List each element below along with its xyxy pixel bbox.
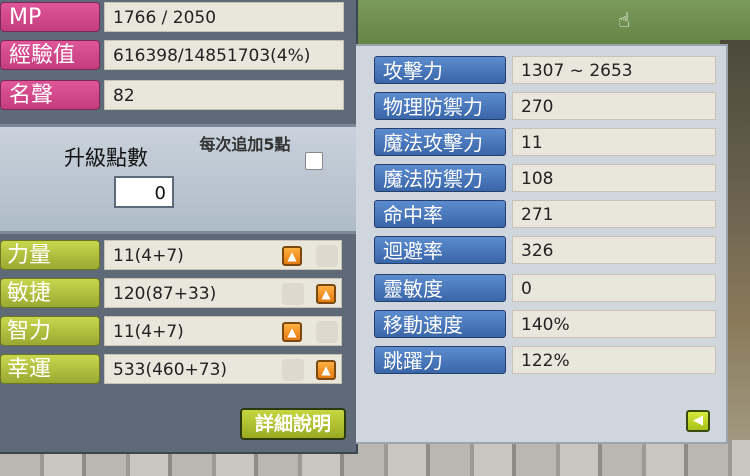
- ability-label: 敏捷: [0, 278, 100, 308]
- stat-value: 1766 / 2050: [104, 2, 344, 32]
- detail-stat-value: 271: [512, 200, 716, 228]
- level-up-points-label: 升級點數: [64, 146, 148, 170]
- arrow-up-icon[interactable]: ▲: [282, 246, 302, 266]
- per-click-label: 每次追加5點: [199, 135, 291, 154]
- detail-stat-value: 326: [512, 236, 716, 264]
- ability-label: 智力: [0, 316, 100, 346]
- ability-value: 533(460+73): [104, 354, 342, 384]
- detail-stat-label: 移動速度: [374, 310, 506, 338]
- stat-value: 82: [104, 80, 344, 110]
- ability-value: 11(4+7): [104, 240, 342, 270]
- hand-cursor-icon: ☝: [618, 8, 631, 32]
- detail-stat-value: 0: [512, 274, 716, 302]
- detail-stat-label: 迴避率: [374, 236, 506, 264]
- detail-stat-label: 靈敏度: [374, 274, 506, 302]
- detail-stat-label: 物理防禦力: [374, 92, 506, 120]
- detail-stat-label: 跳躍力: [374, 346, 506, 374]
- stat-label: 名聲: [0, 80, 100, 110]
- arrow-up-icon[interactable]: ▲: [316, 284, 336, 304]
- detail-stat-label: 魔法攻擊力: [374, 128, 506, 156]
- stat-label: 經驗值: [0, 40, 100, 70]
- detail-stat-value: 11: [512, 128, 716, 156]
- stats-panel: MP 1766 / 2050 經驗值 616398/14851703(4%) 名…: [0, 0, 358, 454]
- disabled-slot: [316, 245, 338, 267]
- detail-stat-value: 122%: [512, 346, 716, 374]
- ability-value: 11(4+7): [104, 316, 342, 346]
- arrow-up-icon[interactable]: ▲: [316, 360, 336, 380]
- detail-stat-label: 命中率: [374, 200, 506, 228]
- detail-stat-value: 140%: [512, 310, 716, 338]
- detail-button[interactable]: 詳細說明: [240, 408, 346, 440]
- arrow-up-icon[interactable]: ▲: [282, 322, 302, 342]
- per-click-checkbox[interactable]: [305, 152, 323, 170]
- detail-stat-label: 魔法防禦力: [374, 164, 506, 192]
- level-up-section: [0, 124, 356, 234]
- ability-label: 幸運: [0, 354, 100, 384]
- disabled-slot: [316, 321, 338, 343]
- arrow-left-icon[interactable]: ◀: [686, 410, 710, 432]
- stat-label: MP: [0, 2, 100, 32]
- ability-label: 力量: [0, 240, 100, 270]
- level-up-points-field: 0: [114, 176, 174, 208]
- disabled-slot: [282, 283, 304, 305]
- detail-stat-label: 攻擊力: [374, 56, 506, 84]
- detail-stat-value: 270: [512, 92, 716, 120]
- disabled-slot: [282, 359, 304, 381]
- detail-stat-value: 1307 ~ 2653: [512, 56, 716, 84]
- ability-value: 120(87+33): [104, 278, 342, 308]
- detail-stat-value: 108: [512, 164, 716, 192]
- stat-value: 616398/14851703(4%): [104, 40, 344, 70]
